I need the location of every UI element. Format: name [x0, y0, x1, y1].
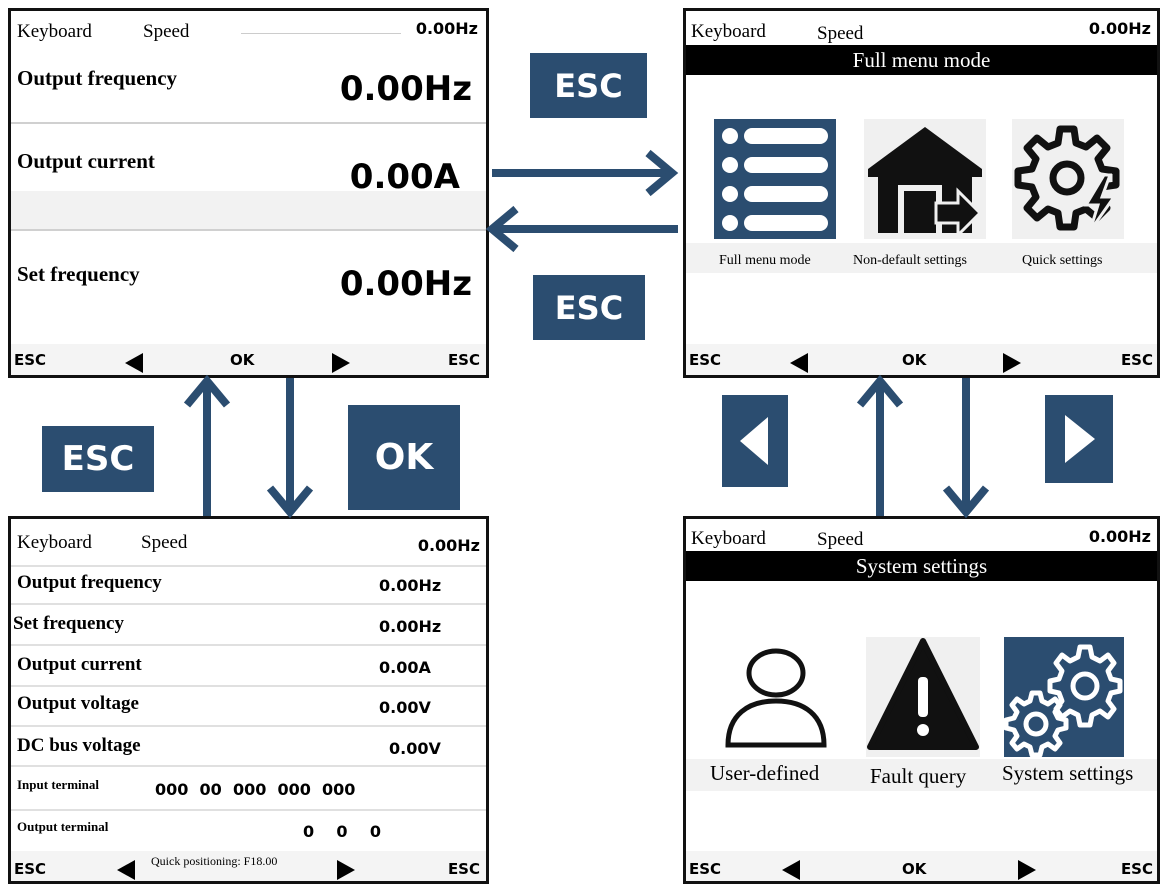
flow-arrows — [183, 149, 990, 519]
